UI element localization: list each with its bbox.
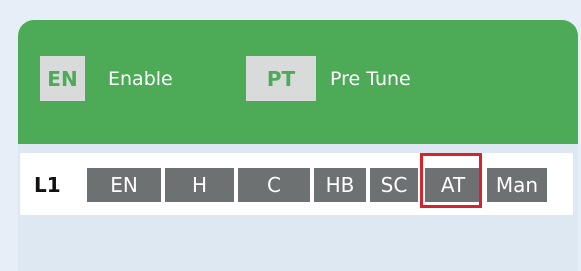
tag-h-button[interactable]: H bbox=[165, 168, 234, 202]
pretune-button[interactable]: PT bbox=[246, 56, 316, 101]
l1-row: L1 EN H C HB SC AT Man bbox=[20, 153, 573, 215]
enable-label: Enable bbox=[108, 68, 173, 90]
tag-hb-button[interactable]: HB bbox=[314, 168, 366, 202]
selected-tag-highlight bbox=[420, 153, 482, 208]
panel-header: EN Enable PT Pre Tune bbox=[18, 20, 578, 144]
enable-button[interactable]: EN bbox=[40, 56, 85, 101]
control-panel: EN Enable PT Pre Tune L1 EN H C HB SC AT… bbox=[18, 20, 578, 271]
tag-sc-button[interactable]: SC bbox=[370, 168, 418, 202]
pretune-label: Pre Tune bbox=[330, 68, 411, 90]
tag-en-button[interactable]: EN bbox=[87, 168, 161, 202]
tag-c-button[interactable]: C bbox=[238, 168, 310, 202]
tag-man-button[interactable]: Man bbox=[487, 168, 547, 202]
row-label-l1: L1 bbox=[34, 173, 61, 197]
